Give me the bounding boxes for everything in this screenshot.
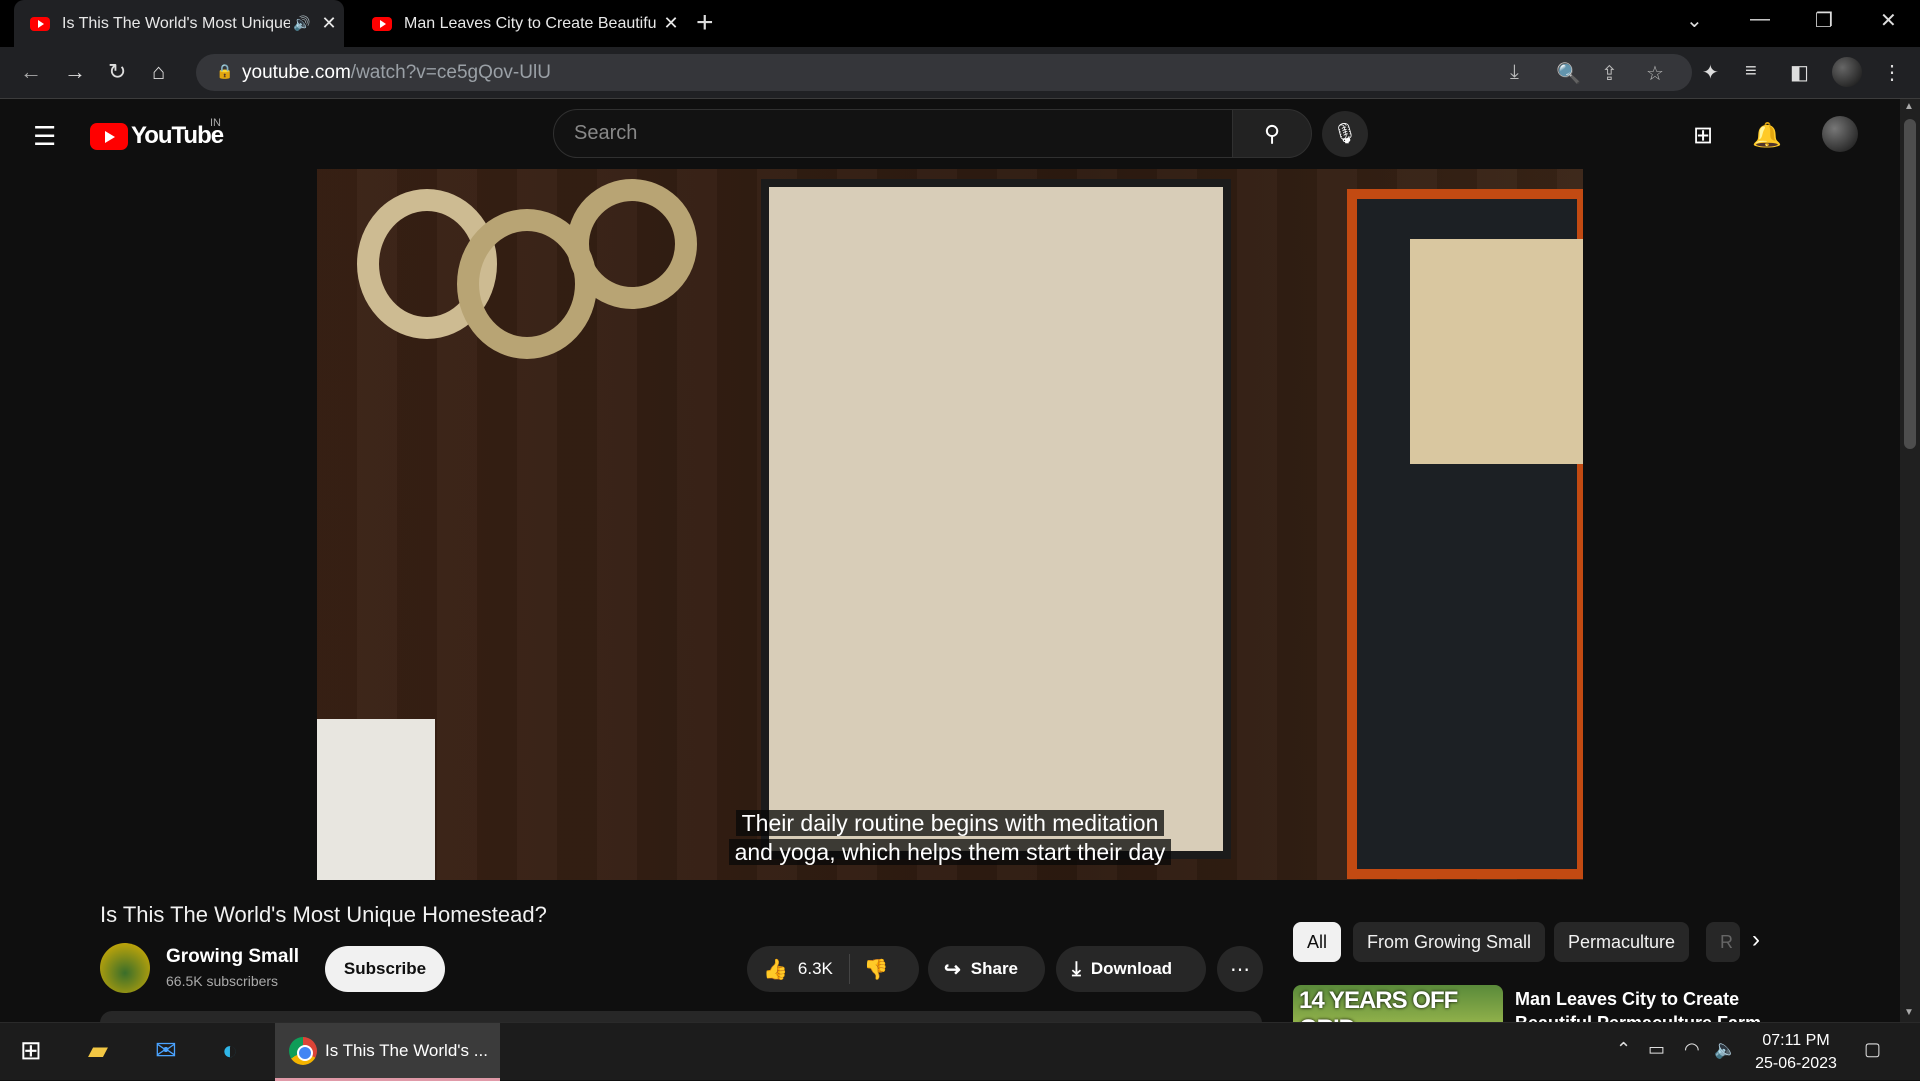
video-player[interactable]: Their daily routine begins with meditati… xyxy=(317,169,1583,880)
close-tab-icon[interactable]: ✕ xyxy=(314,13,344,34)
windows-start-icon[interactable]: ⊞ xyxy=(20,1035,42,1066)
install-icon[interactable]: ⤓ xyxy=(1510,61,1519,84)
address-bar[interactable]: 🔒 youtube.com/watch?v=ce5gQov-UlU ⤓ 🔍 ⇪ … xyxy=(196,54,1692,91)
windows-taskbar: ⊞ ▰ ✉ ◐ Is This The World's ... ⌃ ▭ ◠ 🔈 … xyxy=(0,1022,1920,1081)
chip-partial[interactable]: R xyxy=(1706,922,1740,962)
more-horizontal-icon: ⋯ xyxy=(1230,958,1250,981)
tab-title: Man Leaves City to Create Beautiful Perm… xyxy=(404,14,656,32)
dislike-button[interactable]: 👎 xyxy=(850,957,903,982)
edge-browser-icon[interactable]: ◐ xyxy=(222,1035,238,1066)
clock-date: 25-06-2023 xyxy=(1755,1055,1837,1072)
mail-icon[interactable]: ✉ xyxy=(155,1035,177,1066)
notifications-bell-icon[interactable]: 🔔 xyxy=(1752,121,1782,150)
subscriber-count: 66.5K subscribers xyxy=(166,973,279,989)
side-panel-icon[interactable]: ◧ xyxy=(1790,60,1809,85)
browser-tab-active[interactable]: Is This The World's Most Unique Homestea… xyxy=(14,0,344,47)
notifications-icon[interactable]: ▢ xyxy=(1864,1039,1881,1060)
download-label: Download xyxy=(1090,959,1173,978)
close-window-button[interactable]: ✕ xyxy=(1880,8,1897,33)
recommendation-title[interactable]: Man Leaves City to Create Beautiful Perm… xyxy=(1515,987,1775,1023)
channel-name[interactable]: Growing Small xyxy=(166,946,299,968)
share-arrow-icon: ↪ xyxy=(944,958,961,981)
like-count: 6.3K xyxy=(797,959,833,978)
share-page-icon[interactable]: ⇪ xyxy=(1601,61,1618,86)
chrome-icon xyxy=(289,1036,317,1065)
page-scrollbar[interactable]: ▲ ▼ xyxy=(1900,99,1920,1023)
search-input[interactable]: Search xyxy=(553,109,1233,158)
like-button[interactable]: 👍 6.3K xyxy=(747,954,850,984)
download-button[interactable]: ⤓ Download xyxy=(1056,946,1206,992)
scrollbar-thumb[interactable] xyxy=(1904,119,1916,449)
back-icon[interactable]: ← xyxy=(20,59,42,85)
youtube-favicon-icon xyxy=(372,16,392,31)
paper-note xyxy=(1410,239,1583,464)
system-clock[interactable]: 07:11 PM 25-06-2023 xyxy=(1748,1029,1844,1075)
new-tab-button[interactable]: + xyxy=(696,6,714,40)
zoom-icon[interactable]: 🔍 xyxy=(1556,61,1581,86)
microphone-icon: 🎙 xyxy=(1332,123,1358,145)
browser-toolbar: ← → ↻ ⌂ 🔒 youtube.com/watch?v=ce5gQov-Ul… xyxy=(0,47,1920,99)
forward-icon[interactable]: → xyxy=(64,59,86,85)
subscribe-button[interactable]: Subscribe xyxy=(325,946,445,992)
thumbnail-text: 14 YEARS OFF GRID xyxy=(1299,987,1458,1022)
scroll-down-arrow-icon[interactable]: ▼ xyxy=(1904,1007,1914,1018)
country-code: IN xyxy=(210,117,221,129)
more-actions-button[interactable]: ⋯ xyxy=(1217,946,1263,992)
show-hidden-icons-chevron-icon[interactable]: ⌃ xyxy=(1616,1039,1631,1060)
chip-all[interactable]: All xyxy=(1293,922,1342,962)
tab-title: Is This The World's Most Unique Homestea… xyxy=(62,14,290,32)
youtube-header: ☰ YouTube IN Search ⚲ 🎙 ⊞ 🔔 xyxy=(0,99,1920,169)
browser-tab[interactable]: Man Leaves City to Create Beautiful Perm… xyxy=(356,0,686,47)
url-text[interactable]: youtube.com/watch?v=ce5gQov-UlU xyxy=(242,62,551,84)
volume-icon[interactable]: 🔈 xyxy=(1714,1039,1736,1060)
video-title: Is This The World's Most Unique Homestea… xyxy=(100,902,547,927)
create-video-icon[interactable]: ⊞ xyxy=(1693,121,1713,150)
channel-avatar[interactable] xyxy=(100,943,150,993)
chip-permaculture[interactable]: Permaculture xyxy=(1554,922,1690,962)
subtitle-line: and yoga, which helps them start their d… xyxy=(728,839,1172,865)
schedule-poster xyxy=(761,179,1231,859)
wifi-icon[interactable]: ◠ xyxy=(1684,1039,1700,1060)
share-label: Share xyxy=(970,959,1019,978)
video-subtitles: Their daily routine begins with meditati… xyxy=(317,809,1583,867)
restore-button[interactable]: ❐ xyxy=(1815,8,1833,33)
battery-icon[interactable]: ▭ xyxy=(1648,1039,1665,1060)
taskbar-chrome-app[interactable]: Is This The World's ... xyxy=(275,1023,500,1081)
reload-icon[interactable]: ↻ xyxy=(108,59,126,85)
share-button[interactable]: ↪ Share xyxy=(928,946,1045,992)
youtube-logo-icon xyxy=(90,122,128,150)
browser-tab-bar: Is This The World's Most Unique Homestea… xyxy=(0,0,1920,47)
extensions-icon[interactable]: ✦ xyxy=(1702,60,1719,85)
voice-search-button[interactable]: 🎙 xyxy=(1322,111,1368,157)
subtitle-line: Their daily routine begins with meditati… xyxy=(735,810,1165,836)
youtube-favicon-icon xyxy=(30,16,50,31)
chip-from-growing-small[interactable]: From Growing Small xyxy=(1353,922,1546,962)
tab-search-icon[interactable]: ⌄ xyxy=(1686,8,1703,33)
profile-avatar[interactable] xyxy=(1832,57,1862,87)
hamburger-menu-icon[interactable]: ☰ xyxy=(33,121,56,152)
search-button[interactable]: ⚲ xyxy=(1232,109,1312,158)
thumbs-up-icon: 👍 xyxy=(763,958,788,981)
scroll-up-arrow-icon[interactable]: ▲ xyxy=(1904,101,1914,112)
close-tab-icon[interactable]: ✕ xyxy=(656,13,686,34)
speaker-icon[interactable]: 🔊 xyxy=(290,15,314,32)
home-icon[interactable]: ⌂ xyxy=(152,59,165,85)
taskbar-app-label: Is This The World's ... xyxy=(325,1040,488,1060)
youtube-logo[interactable]: YouTube xyxy=(90,122,224,150)
media-control-icon[interactable]: ≡ xyxy=(1745,60,1757,83)
clock-time: 07:11 PM xyxy=(1762,1032,1830,1049)
straw-ring xyxy=(567,179,697,309)
file-explorer-icon[interactable]: ▰ xyxy=(88,1035,108,1066)
lock-icon[interactable]: 🔒 xyxy=(216,63,233,80)
like-dislike-group: 👍 6.3K 👎 xyxy=(747,946,919,992)
bookmark-star-icon[interactable]: ☆ xyxy=(1646,61,1664,86)
chevron-right-icon[interactable]: › xyxy=(1752,926,1760,954)
search-icon: ⚲ xyxy=(1263,121,1281,146)
download-icon: ⤓ xyxy=(1072,957,1081,980)
minimize-button[interactable]: — xyxy=(1750,8,1770,31)
menu-kebab-icon[interactable]: ⋮ xyxy=(1882,60,1902,85)
account-avatar[interactable] xyxy=(1822,116,1858,152)
thumbs-down-icon: 👎 xyxy=(863,958,889,981)
recommendation-thumbnail[interactable]: 14 YEARS OFF GRID xyxy=(1293,985,1503,1022)
